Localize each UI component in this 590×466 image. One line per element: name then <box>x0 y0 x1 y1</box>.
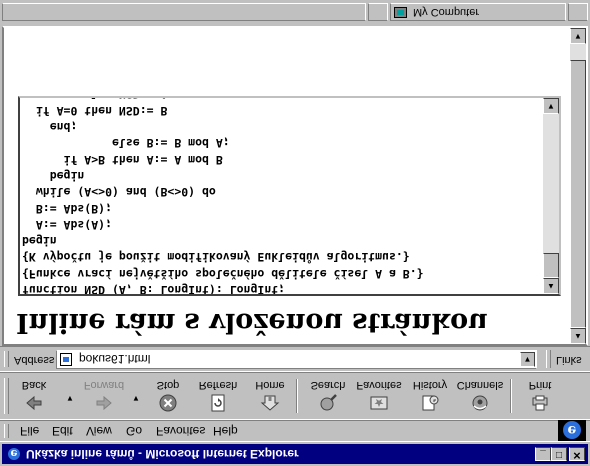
back-arrow-icon <box>26 395 42 411</box>
code-line: else B:= B mod A; <box>22 136 230 151</box>
maximize-button[interactable]: □ <box>551 447 567 461</box>
links-grip[interactable] <box>546 350 551 368</box>
search-globe-icon <box>320 394 337 411</box>
browser-window: e Ukázka inline rámů - Microsoft Interne… <box>0 0 590 466</box>
forward-button[interactable]: Forward <box>84 375 124 417</box>
size-grip[interactable] <box>568 3 588 21</box>
search-label: Search <box>310 379 346 391</box>
scroll-thumb[interactable] <box>543 253 559 278</box>
code-line: function NSD (A, B: LongInt): LongInt; <box>22 283 286 296</box>
menu-edit[interactable]: Edit <box>52 424 73 438</box>
address-bar: Address pokus61.html ▼ Links <box>0 346 590 372</box>
iframe-scrollbar[interactable]: ▲ ▼ <box>543 98 559 294</box>
page-scroll-down-icon[interactable]: ▼ <box>570 28 586 44</box>
svg-text:e: e <box>11 447 18 460</box>
code-line: if A>B then A:= A mod B <box>22 152 223 167</box>
history-label: History <box>412 379 448 391</box>
print-label: Print <box>528 379 552 391</box>
window-title: Ukázka inline rámů - Microsoft Internet … <box>26 447 299 461</box>
code-listing: function NSD (A, B: LongInt): LongInt; {F… <box>22 96 424 296</box>
address-value[interactable]: pokus61.html <box>79 352 150 366</box>
standard-toolbar: Back ▼ Forward ▼ Stop Refresh Home Searc… <box>0 372 590 420</box>
status-bar: My Computer <box>0 0 590 24</box>
address-dropdown-icon[interactable]: ▼ <box>520 352 535 367</box>
menu-bar: File Edit View Go Favorites Help e <box>0 419 590 442</box>
favorites-button[interactable]: Favorites <box>356 375 402 417</box>
title-bar[interactable]: e Ukázka inline rámů - Microsoft Interne… <box>2 444 588 464</box>
code-line: {K výpočtu je použit modifikovaný Euklei… <box>22 250 410 265</box>
print-button[interactable]: Print <box>520 375 560 417</box>
forward-arrow-icon <box>96 395 112 411</box>
back-label: Back <box>21 379 47 391</box>
menu-view[interactable]: View <box>86 424 112 438</box>
status-secure-pane <box>368 3 388 21</box>
favorites-icon <box>370 396 388 410</box>
menu-grip[interactable] <box>4 424 9 438</box>
ie-throbber-icon: e <box>563 421 581 439</box>
code-line: if A=0 then NSD:= B <box>22 103 168 118</box>
toolbar-separator <box>296 379 298 413</box>
code-line: B:= Abs(B); <box>22 201 113 216</box>
history-icon <box>422 395 439 411</box>
home-icon <box>260 395 280 411</box>
page-scroll-thumb[interactable] <box>570 60 586 328</box>
inline-frame: function NSD (A, B: LongInt): LongInt; {F… <box>18 96 561 296</box>
page-scroll-up-icon[interactable]: ▲ <box>570 328 586 344</box>
back-button[interactable]: Back <box>14 375 54 417</box>
stop-button[interactable]: Stop <box>148 375 188 417</box>
favorites-label: Favorites <box>356 379 402 391</box>
links-button[interactable]: Links <box>556 354 582 366</box>
menu-help[interactable]: Help <box>213 424 238 438</box>
back-dropdown-icon[interactable]: ▼ <box>66 394 74 403</box>
page-heading: Inline rám s vloženou stránkou <box>16 307 488 338</box>
refresh-button[interactable]: Refresh <box>198 375 238 417</box>
close-button[interactable]: ✕ <box>569 447 585 461</box>
forward-dropdown-icon[interactable]: ▼ <box>132 394 140 403</box>
search-button[interactable]: Search <box>308 375 348 417</box>
code-line: A:= Abs(A); <box>22 217 113 232</box>
ie-throbber: e <box>558 419 586 441</box>
code-line: while (A<>0) and (B<>0) do <box>22 185 216 200</box>
code-line: end; <box>22 120 78 135</box>
address-grip[interactable] <box>4 351 9 367</box>
stop-label: Stop <box>156 379 180 391</box>
home-button[interactable]: Home <box>250 375 290 417</box>
refresh-icon <box>211 394 225 412</box>
print-icon <box>532 395 548 411</box>
refresh-label: Refresh <box>198 379 238 391</box>
code-line: begin <box>22 234 57 249</box>
stop-icon <box>159 394 177 412</box>
scroll-down-icon[interactable]: ▼ <box>543 98 559 114</box>
code-line: {Funkce vrací největšího společného děli… <box>22 266 424 281</box>
address-label: Address <box>14 354 55 366</box>
home-label: Home <box>255 379 285 391</box>
minimize-button[interactable]: _ <box>535 447 551 461</box>
channels-icon <box>472 395 488 411</box>
channels-button[interactable]: Channels <box>457 375 503 417</box>
my-computer-icon <box>394 7 407 18</box>
history-button[interactable]: History <box>410 375 450 417</box>
menu-file[interactable]: File <box>20 424 39 438</box>
page-scrollbar[interactable]: ▲ ▼ <box>570 28 586 344</box>
address-input[interactable]: pokus61.html ▼ <box>56 350 537 369</box>
toolbar-separator <box>510 379 512 413</box>
code-line: begin <box>22 168 85 183</box>
menu-go[interactable]: Go <box>126 424 142 438</box>
ie-logo-icon: e <box>8 447 20 460</box>
page-viewport: Inline rám s vloženou stránkou function … <box>2 26 588 346</box>
channels-label: Channels <box>456 379 504 391</box>
forward-label: Forward <box>83 379 125 391</box>
status-text-pane <box>2 3 366 21</box>
menu-favorites[interactable]: Favorites <box>156 424 205 438</box>
code-line: else NSD:= A; <box>22 96 424 102</box>
status-zone-pane: My Computer <box>390 3 566 21</box>
zone-label: My Computer <box>413 6 480 18</box>
scroll-up-icon[interactable]: ▲ <box>543 278 559 294</box>
page-icon <box>60 353 72 366</box>
